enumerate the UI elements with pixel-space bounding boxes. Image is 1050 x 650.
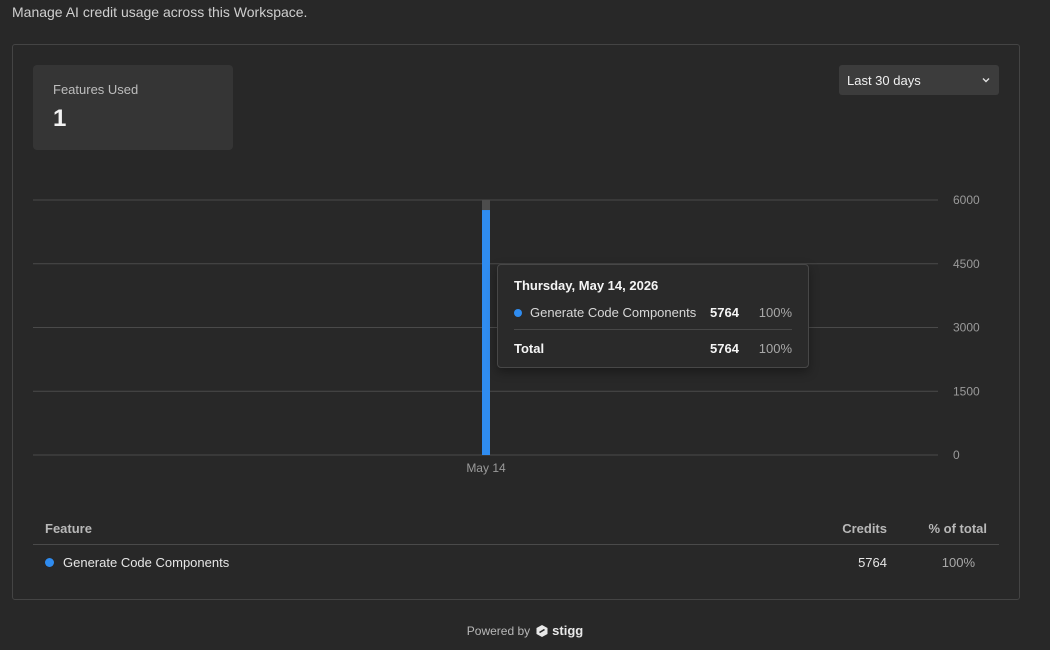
tooltip-total-label: Total: [514, 341, 545, 356]
y-tick-label: 1500: [953, 384, 980, 398]
y-tick-label: 0: [953, 448, 960, 462]
y-tick-label: 6000: [953, 193, 980, 207]
row-feature-name: Generate Code Components: [63, 554, 230, 570]
page-subtitle: Manage AI credit usage across this Works…: [12, 4, 308, 20]
header-credits: Credits: [842, 521, 887, 536]
tooltip-date: Thursday, May 14, 2026: [514, 278, 659, 293]
row-credits: 5764: [858, 554, 887, 570]
x-tick-label: May 14: [466, 461, 506, 475]
brand-name: stigg: [552, 623, 584, 638]
chart-tooltip: Thursday, May 14, 2026 Generate Code Com…: [497, 264, 809, 368]
table-header: Feature Credits % of total: [33, 513, 999, 545]
row-pct: 100%: [941, 554, 975, 570]
table-row[interactable]: Generate Code Components 5764 100%: [33, 545, 999, 579]
tooltip-feature-name: Generate Code Components: [530, 305, 697, 320]
tooltip-feature-row: Generate Code Components 5764 100%: [514, 305, 792, 320]
bar-remainder: [482, 200, 490, 211]
tooltip-total-value: 5764: [710, 341, 739, 356]
y-tick-label: 4500: [953, 257, 980, 271]
tooltip-divider: [514, 329, 792, 330]
footer: Powered by stigg: [0, 623, 1050, 638]
tooltip-feature-pct: 100%: [758, 305, 792, 320]
stigg-logo-icon: [536, 624, 548, 637]
header-feature: Feature: [45, 521, 92, 536]
series-color-dot: [514, 308, 522, 317]
tooltip-feature-value: 5764: [710, 305, 739, 320]
usage-panel: Features Used 1 Last 30 days 6000 4500 300…: [12, 44, 1020, 600]
y-tick-label: 3000: [953, 321, 980, 335]
tooltip-total-row: Total 5764 100%: [514, 341, 792, 356]
feature-color-dot: [45, 557, 54, 567]
row-feature-cell: Generate Code Components: [45, 555, 807, 570]
tooltip-total-pct: 100%: [758, 341, 792, 356]
feature-usage-table: Feature Credits % of total Generate Code…: [33, 513, 999, 579]
bar: [482, 210, 490, 455]
header-pct: % of total: [928, 521, 988, 536]
brand-link[interactable]: stigg: [535, 623, 583, 638]
powered-by-text: Powered by: [466, 623, 531, 638]
